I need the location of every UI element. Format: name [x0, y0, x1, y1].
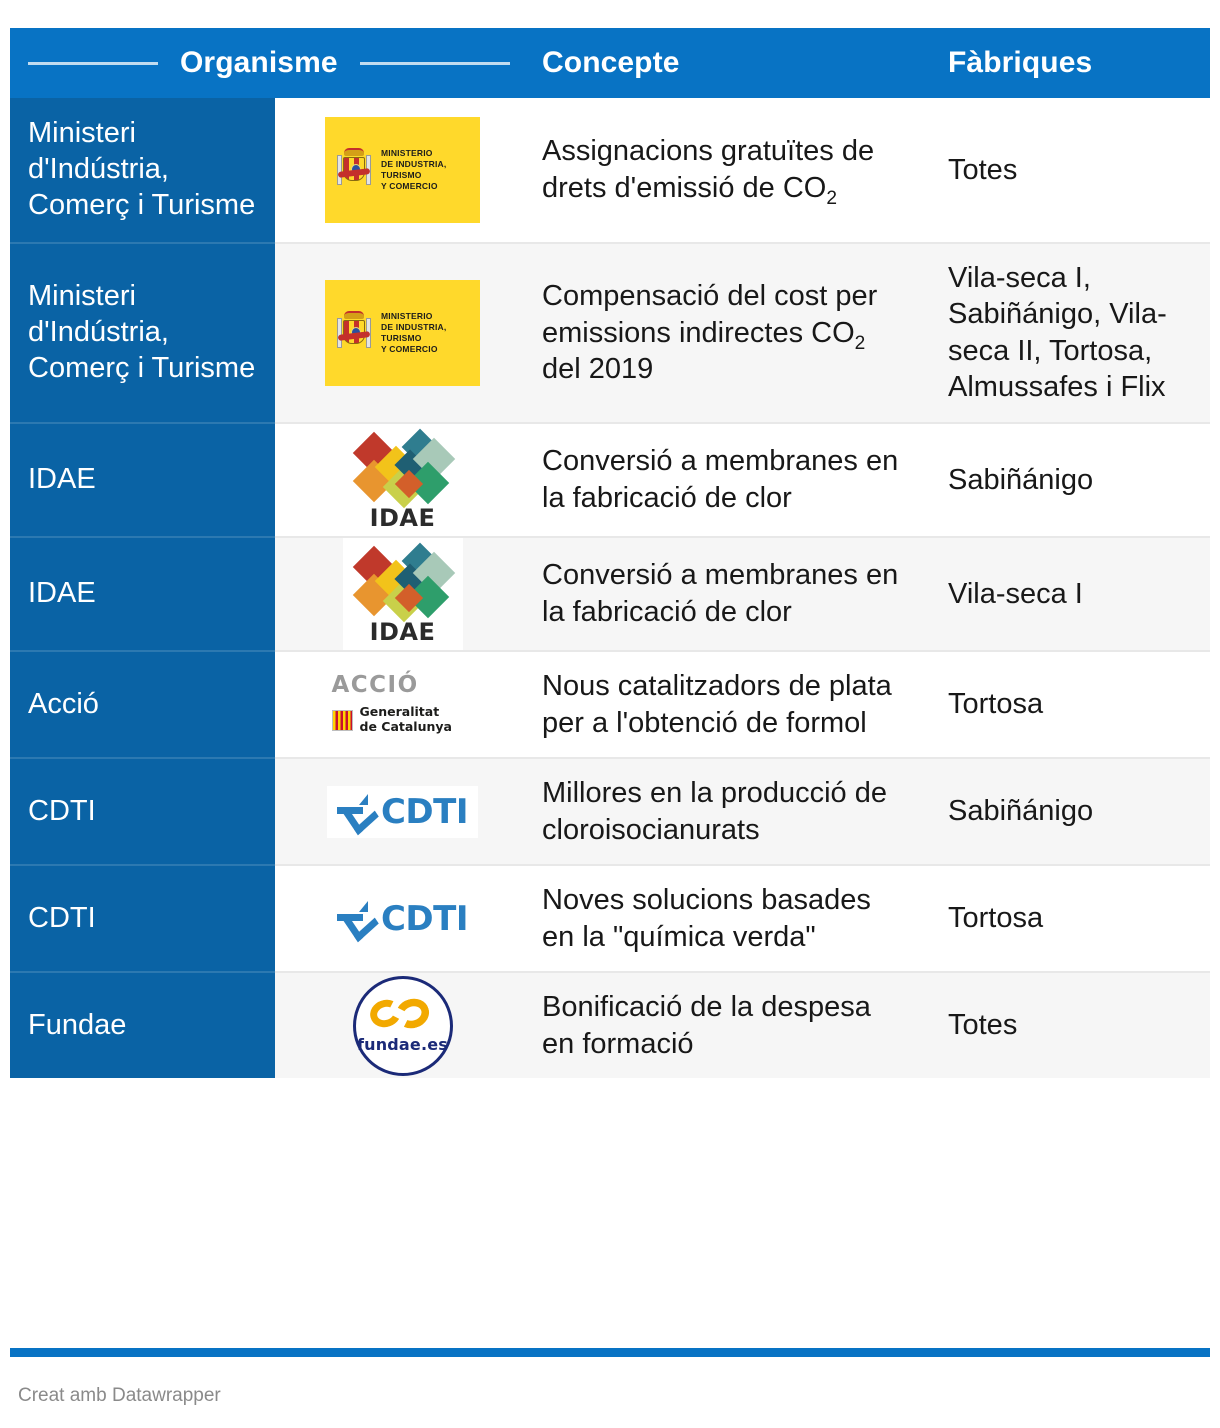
- idae-mosaic-icon: [352, 542, 455, 623]
- concepte-text: Conversió a membranes en la fabricació d…: [542, 559, 899, 628]
- column-header-fabriques[interactable]: Fàbriques: [930, 48, 1210, 78]
- cell-concepte: Assignacions gratuïtes de drets d'emissi…: [530, 98, 930, 242]
- ministerio-industria-turismo-comercio-logo: MINISTERIO DE INDUSTRIA, TURISMO Y COMERCI…: [325, 116, 480, 223]
- grants-table: Organisme Concepte Fàbriques Ministeri d…: [10, 28, 1210, 1079]
- cell-concepte: Bonificació de la despesa en formació: [530, 971, 930, 1079]
- ministerio-logo-text: MINISTERIO DE INDUSTRIA, TURISMO Y COMERCI…: [381, 311, 447, 354]
- header-rule-left-icon: [28, 61, 158, 65]
- ministerio-logo-text: MINISTERIO DE INDUSTRIA, TURISMO Y COMERCI…: [381, 148, 447, 191]
- fabriques-text: Tortosa: [948, 902, 1044, 935]
- table-row[interactable]: Ministeri d'Indústria, Comerç i Turisme M…: [10, 241, 1210, 422]
- concepte-subscript: 2: [826, 187, 838, 209]
- cdti-arrow-check-icon: [336, 792, 379, 835]
- fabriques-text: Sabiñánigo: [948, 463, 1094, 496]
- cell-fabriques: Vila-seca I, Sabiñánigo, Vila-seca II, T…: [930, 241, 1210, 422]
- concepte-text: Nous catalitzadors de plata per a l'obte…: [542, 669, 892, 739]
- spanish-coat-of-arms-icon: [337, 147, 371, 192]
- fabriques-text: Vila-seca I: [948, 577, 1083, 610]
- cell-organisme: IDAE: [10, 421, 275, 536]
- accio-logo-text: ACCIÓ: [331, 672, 419, 699]
- cell-organisme: CDTI: [10, 757, 275, 865]
- cell-logo: CDTI: [275, 757, 530, 865]
- header-rule-right-icon: [359, 61, 510, 65]
- concepte-subscript: 2: [854, 332, 866, 354]
- concepte-text: Assignacions gratuïtes de drets d'emissi…: [542, 135, 875, 209]
- cell-organisme: Ministeri d'Indústria, Comerç i Turisme: [10, 98, 275, 242]
- fundae-logo: fundae.es: [352, 975, 453, 1076]
- cell-fabriques: Sabiñánigo: [930, 757, 1210, 865]
- spanish-coat-of-arms-icon: [337, 310, 371, 355]
- concepte-text: Millores en la producció de cloroisocian…: [542, 777, 887, 846]
- accio-generalitat-de-catalunya-logo: ACCIÓ Generalitat de Catalunya: [327, 668, 478, 741]
- table-body: Ministeri d'Indústria, Comerç i Turisme M…: [10, 98, 1210, 1079]
- column-header-organisme[interactable]: Organisme: [10, 48, 530, 78]
- table-header-row: Organisme Concepte Fàbriques: [10, 28, 1210, 98]
- cell-concepte: Noves solucions basades en la "química v…: [530, 864, 930, 972]
- table-row[interactable]: Ministeri d'Indústria, Comerç i Turisme M…: [10, 98, 1210, 242]
- cell-fabriques: Sabiñánigo: [930, 421, 1210, 536]
- concepte-text: Noves solucions basades en la "química v…: [542, 884, 871, 953]
- cell-logo: IDAE: [275, 421, 530, 536]
- idae-mosaic-icon: [352, 428, 455, 509]
- cdti-arrow-check-icon: [336, 899, 379, 942]
- table-row[interactable]: CDTI CDTI Millores en la producció de clor…: [10, 757, 1210, 865]
- ministerio-industria-turismo-comercio-logo: MINISTERIO DE INDUSTRIA, TURISMO Y COMERCI…: [325, 279, 480, 386]
- footer-credit[interactable]: Creat amb Datawrapper: [18, 1385, 221, 1407]
- datawrapper-table-figure: Organisme Concepte Fàbriques Ministeri d…: [0, 0, 1220, 1428]
- concepte-text: Bonificació de la despesa en formació: [542, 991, 871, 1060]
- fabriques-text: Totes: [948, 153, 1018, 186]
- cell-logo: ACCIÓ Generalitat de Catalunya: [275, 649, 530, 758]
- cell-organisme: CDTI: [10, 864, 275, 972]
- cdti-logo-text: CDTI: [380, 898, 469, 939]
- cell-concepte: Millores en la producció de cloroisocian…: [530, 757, 930, 865]
- cdti-logo-text: CDTI: [380, 791, 469, 832]
- table-bottom-accent-bar: [10, 1348, 1210, 1357]
- idae-logo: IDAE: [342, 423, 463, 536]
- cdti-logo: CDTI: [326, 785, 479, 838]
- cell-organisme: Fundae: [10, 971, 275, 1079]
- generalitat-logo-text: Generalitat de Catalunya: [359, 704, 452, 735]
- fundae-infinity-swirl-icon: [366, 994, 436, 1033]
- cell-organisme: Acció: [10, 649, 275, 758]
- table-row[interactable]: CDTI CDTI Noves solucions basades en la "q…: [10, 864, 1210, 972]
- cell-logo: MINISTERIO DE INDUSTRIA, TURISMO Y COMERCI…: [275, 241, 530, 422]
- senyera-flag-icon: [331, 709, 353, 731]
- column-header-fabriques-label: Fàbriques: [948, 46, 1093, 79]
- fabriques-text: Totes: [948, 1009, 1018, 1042]
- column-header-concepte-label: Concepte: [542, 46, 680, 79]
- cell-fabriques: Totes: [930, 98, 1210, 242]
- cell-fabriques: Totes: [930, 971, 1210, 1079]
- cell-logo: CDTI: [275, 864, 530, 972]
- cell-concepte: Conversió a membranes en la fabricació d…: [530, 421, 930, 536]
- idae-logo: IDAE: [342, 537, 463, 650]
- fundae-logo-text: fundae.es: [356, 1034, 449, 1054]
- concepte-text: Compensació del cost per emissions indir…: [542, 280, 878, 386]
- cell-organisme: IDAE: [10, 535, 275, 650]
- concepte-text: Conversió a membranes en la fabricació d…: [542, 445, 899, 514]
- idae-logo-text: IDAE: [369, 503, 436, 532]
- fabriques-text: Vila-seca I, Sabiñánigo, Vila-seca II, T…: [948, 261, 1167, 404]
- idae-logo-text: IDAE: [369, 617, 436, 646]
- cell-logo: fundae.es: [275, 971, 530, 1079]
- table-row[interactable]: IDAE IDAE Conversió a membranes en la fabr…: [10, 421, 1210, 536]
- cell-fabriques: Tortosa: [930, 649, 1210, 758]
- cell-concepte: Compensació del cost per emissions indir…: [530, 241, 930, 422]
- table-row[interactable]: Fundae fundae.es Bonificació de la despesa…: [10, 971, 1210, 1079]
- cell-logo: MINISTERIO DE INDUSTRIA, TURISMO Y COMERCI…: [275, 98, 530, 242]
- cell-concepte: Nous catalitzadors de plata per a l'obte…: [530, 649, 930, 758]
- fabriques-text: Sabiñánigo: [948, 795, 1094, 828]
- fabriques-text: Tortosa: [948, 688, 1044, 721]
- column-header-organisme-label: Organisme: [180, 46, 338, 79]
- table-row[interactable]: IDAE IDAE Conversió a membranes en la fabr…: [10, 535, 1210, 650]
- cell-fabriques: Vila-seca I: [930, 535, 1210, 650]
- table-row[interactable]: Acció ACCIÓ Generalitat de Catalunya Nous ca…: [10, 649, 1210, 758]
- cell-logo: IDAE: [275, 535, 530, 650]
- cell-fabriques: Tortosa: [930, 864, 1210, 972]
- column-header-concepte[interactable]: Concepte: [530, 48, 930, 78]
- cell-concepte: Conversió a membranes en la fabricació d…: [530, 535, 930, 650]
- cell-organisme: Ministeri d'Indústria, Comerç i Turisme: [10, 241, 275, 422]
- cdti-logo: CDTI: [326, 892, 479, 945]
